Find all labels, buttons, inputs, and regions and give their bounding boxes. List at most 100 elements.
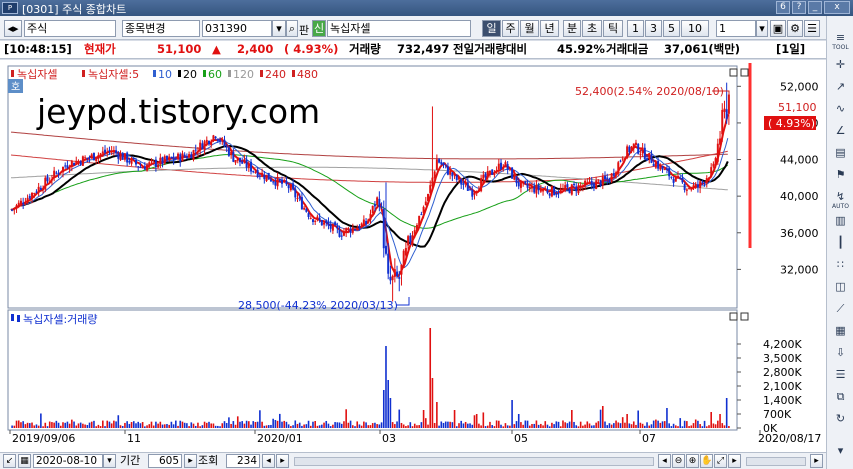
panel-max-icon[interactable] bbox=[729, 68, 738, 77]
candle-icon[interactable]: ┃ bbox=[830, 236, 851, 256]
vpanel-close-icon[interactable] bbox=[740, 312, 749, 321]
search-dropdown-icon[interactable]: ▾ bbox=[272, 20, 286, 37]
interval-10-button[interactable]: 10 bbox=[681, 20, 709, 37]
trend-line-icon[interactable]: ↗ bbox=[830, 80, 851, 100]
period-month-button[interactable]: 월 bbox=[520, 20, 539, 37]
crosshair-icon[interactable]: ✛ bbox=[830, 58, 851, 78]
volume-bar bbox=[232, 421, 235, 428]
volume-bar bbox=[723, 425, 726, 428]
stock-code-input[interactable]: 031390 bbox=[202, 20, 272, 37]
period-day-button[interactable]: 일 bbox=[482, 20, 501, 37]
interval-3-button[interactable]: 3 bbox=[645, 20, 662, 37]
wave-icon[interactable]: ∿ bbox=[830, 102, 851, 122]
candle-body bbox=[707, 177, 710, 180]
candle-body bbox=[190, 154, 193, 159]
volume-bar bbox=[356, 421, 359, 428]
mini-scrollbar[interactable] bbox=[746, 457, 806, 466]
copy-icon[interactable]: ⧉ bbox=[830, 390, 851, 410]
volume-tick-label: 1,400K bbox=[763, 394, 802, 407]
scrollbar-track[interactable] bbox=[294, 457, 654, 466]
period-input[interactable]: 605 bbox=[148, 454, 182, 468]
watermark: jeypd.tistory.com bbox=[36, 92, 320, 131]
zoom-in-icon[interactable]: ⊕ bbox=[686, 454, 699, 468]
doc-icon[interactable]: ▤ bbox=[830, 146, 851, 166]
bar-chart-icon[interactable]: ▥ bbox=[830, 214, 851, 234]
auto-button[interactable]: ↯ AUTO bbox=[830, 190, 851, 210]
interval-5-button[interactable]: 5 bbox=[663, 20, 680, 37]
legend-ma-swatch bbox=[260, 70, 263, 77]
count-input[interactable]: 234 bbox=[226, 454, 260, 468]
candle-body bbox=[115, 150, 118, 153]
panel-close-icon[interactable] bbox=[740, 68, 749, 77]
end-icon[interactable]: ▸ bbox=[728, 454, 741, 468]
volume-bar bbox=[75, 425, 78, 428]
interval-1-button[interactable]: 1 bbox=[627, 20, 644, 37]
calendar-icon[interactable]: ▦ bbox=[18, 454, 31, 468]
price-tick-label: 36,000 bbox=[780, 227, 819, 240]
candle-body bbox=[579, 185, 582, 187]
candle-body bbox=[356, 227, 359, 231]
minimize-button[interactable]: _ bbox=[808, 1, 822, 14]
candle-body bbox=[117, 153, 120, 159]
lookup-icon[interactable]: ▸ bbox=[184, 454, 197, 468]
help-button[interactable]: ? bbox=[792, 1, 806, 14]
volume-bar bbox=[108, 421, 111, 428]
prev-page-icon[interactable]: ↙ bbox=[3, 454, 16, 468]
volume-bar bbox=[294, 420, 297, 428]
angle-icon[interactable]: ∠ bbox=[830, 124, 851, 144]
volume-bar bbox=[597, 421, 600, 428]
list-icon[interactable]: ☰ bbox=[830, 368, 851, 388]
period-minute-button[interactable]: 분 bbox=[563, 20, 581, 37]
stock-change-select[interactable]: 종목변경 bbox=[122, 20, 200, 37]
menu-icon[interactable]: ☰ bbox=[804, 20, 820, 37]
legend-ma-label: 20 bbox=[183, 68, 197, 81]
interval-input[interactable]: 1 bbox=[716, 20, 756, 37]
market-select[interactable]: 주식 bbox=[24, 20, 116, 37]
period-tick-button[interactable]: 틱 bbox=[603, 20, 623, 37]
tool-button[interactable]: ≡ TOOL bbox=[830, 31, 851, 51]
chart-svg[interactable]: 52,00048,00044,00040,00036,00032,000 4,2… bbox=[0, 60, 826, 452]
candle-body bbox=[165, 155, 168, 160]
volume-bar bbox=[710, 412, 712, 428]
save-icon[interactable]: ▣ bbox=[770, 20, 786, 37]
period-year-button[interactable]: 년 bbox=[540, 20, 559, 37]
candle-body bbox=[168, 156, 171, 159]
scroll-left-icon[interactable]: ◂ bbox=[262, 454, 275, 468]
candle-body bbox=[161, 157, 164, 164]
scroll-right-icon[interactable]: ▸ bbox=[276, 454, 289, 468]
candle-body bbox=[196, 151, 199, 153]
volume-bar bbox=[420, 422, 423, 428]
candle-body bbox=[285, 180, 288, 185]
candle-body bbox=[634, 142, 637, 145]
expand-icon[interactable]: ⤢ bbox=[714, 454, 727, 468]
scroll-start-icon[interactable]: ◂ bbox=[658, 454, 671, 468]
interval-dropdown-icon[interactable]: ▾ bbox=[756, 20, 768, 37]
zoom-out-icon[interactable]: ⊖ bbox=[672, 454, 685, 468]
scatter-icon[interactable]: ∷ bbox=[830, 258, 851, 278]
line-chart-icon[interactable]: ⟋ bbox=[830, 302, 851, 322]
flag-icon[interactable]: ⚑ bbox=[830, 168, 851, 188]
scroll-arrows-icon[interactable]: ◂▸ bbox=[4, 20, 22, 37]
grid-icon[interactable]: ▦ bbox=[830, 324, 851, 344]
download-icon[interactable]: ⇩ bbox=[830, 346, 851, 366]
candle-body bbox=[329, 224, 332, 229]
chart-area[interactable]: 52,00048,00044,00040,00036,00032,000 4,2… bbox=[0, 60, 826, 452]
search-icon[interactable]: ⌕ bbox=[286, 20, 298, 37]
date-input[interactable]: 2020-08-10 bbox=[33, 454, 103, 468]
volume-bar bbox=[491, 425, 493, 428]
period-week-button[interactable]: 주 bbox=[502, 20, 519, 37]
candle-body bbox=[57, 173, 60, 175]
date-dropdown-icon[interactable]: ▾ bbox=[103, 454, 116, 468]
refresh-icon[interactable]: ↻ bbox=[830, 412, 851, 432]
hand-icon[interactable]: ✋ bbox=[700, 454, 713, 468]
gear-icon[interactable]: ⚙ bbox=[787, 20, 803, 37]
vpanel-max-icon[interactable] bbox=[729, 312, 738, 321]
candle-body bbox=[234, 160, 237, 163]
scroll-end-icon[interactable]: ▸ bbox=[810, 454, 823, 468]
window-number-button[interactable]: 6 bbox=[776, 1, 790, 14]
zoom-chart-icon[interactable]: ◫ bbox=[830, 280, 851, 300]
volume-bar bbox=[285, 421, 288, 428]
scroll-down-icon[interactable]: ▾ bbox=[830, 444, 851, 464]
close-button[interactable]: x bbox=[824, 1, 850, 14]
period-second-button[interactable]: 초 bbox=[582, 20, 602, 37]
